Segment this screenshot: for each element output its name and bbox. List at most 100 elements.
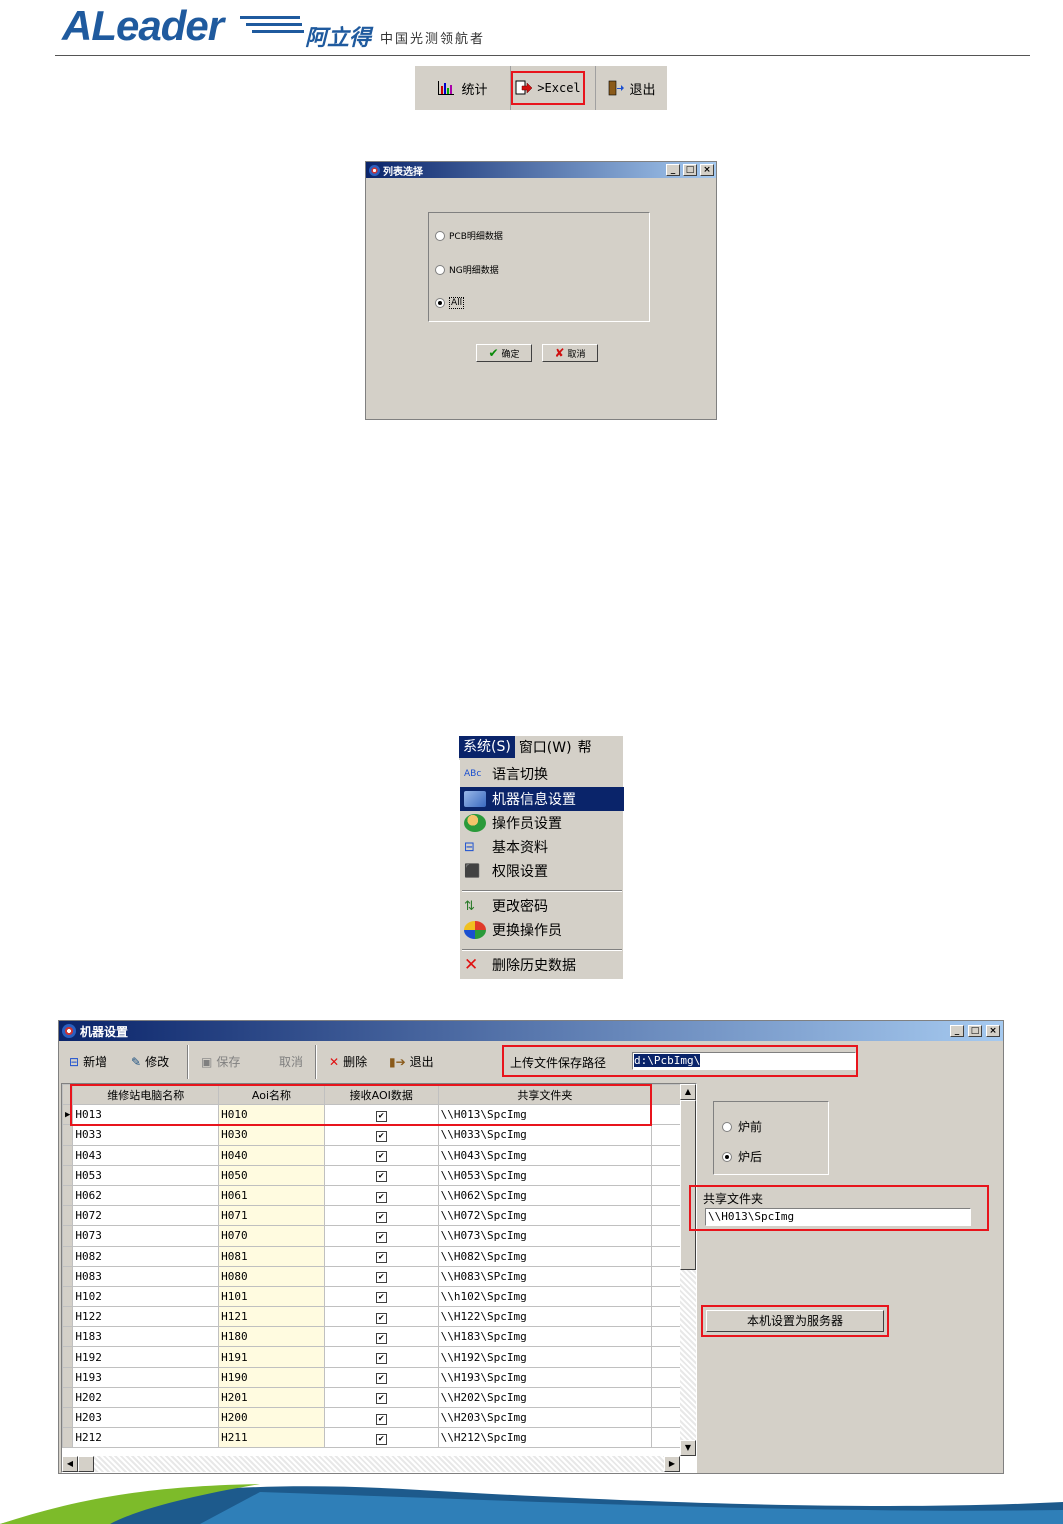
cell-aoi-name[interactable]: H050 (218, 1164, 325, 1186)
cell-receive-aoi[interactable]: ✔ (323, 1104, 439, 1126)
cell-aoi-name[interactable]: H081 (218, 1245, 325, 1267)
cell-share-folder[interactable]: \\H082\SpcImg (437, 1245, 653, 1267)
exit-button[interactable]: 退出 (595, 66, 667, 110)
cell-aoi-name[interactable]: H030 (218, 1124, 325, 1146)
cell-share-folder[interactable]: \\H072\SpcImg (437, 1205, 653, 1227)
excel-export-button[interactable]: >Excel (511, 71, 585, 105)
cell-aoi-name[interactable]: H121 (218, 1306, 325, 1328)
checkbox-checked-icon[interactable]: ✔ (375, 1130, 387, 1142)
cell-station-name[interactable]: H072 (72, 1205, 220, 1227)
cell-share-folder[interactable]: \\H073\SpcImg (437, 1225, 653, 1247)
cell-station-name[interactable]: H062 (72, 1184, 220, 1207)
cell-receive-aoi[interactable]: ✔ (323, 1205, 439, 1227)
save-button[interactable]: ▣ 保存 (201, 1053, 240, 1070)
cell-receive-aoi[interactable]: ✔ (323, 1164, 439, 1186)
cell-share-folder[interactable]: \\H043\SpcImg (437, 1144, 653, 1166)
set-server-button[interactable]: 本机设置为服务器 (706, 1310, 884, 1332)
cell-receive-aoi[interactable]: ✔ (323, 1346, 439, 1368)
cell-station-name[interactable]: H053 (72, 1164, 220, 1186)
cell-receive-aoi[interactable]: ✔ (323, 1427, 439, 1449)
maximize-button[interactable]: □ (968, 1025, 982, 1037)
cell-aoi-name[interactable]: H200 (218, 1406, 325, 1429)
stat-button[interactable]: 统计 (415, 66, 511, 110)
table-row[interactable]: H033 H030 ✔ \\H033\SpcImg (62, 1124, 682, 1146)
cell-share-folder[interactable]: \\H083\SPcImg (437, 1265, 653, 1287)
cell-station-name[interactable]: H043 (72, 1144, 220, 1166)
table-row[interactable]: H083 H080 ✔ \\H083\SPcImg (62, 1265, 682, 1287)
cell-aoi-name[interactable]: H201 (218, 1386, 325, 1409)
cell-station-name[interactable]: H212 (72, 1427, 220, 1449)
checkbox-checked-icon[interactable]: ✔ (375, 1353, 387, 1365)
cell-aoi-name[interactable]: H080 (218, 1265, 325, 1287)
table-row[interactable]: H202 H201 ✔ \\H202\SpcImg (62, 1386, 682, 1409)
option-before-furnace[interactable]: 炉前 (722, 1118, 762, 1135)
cell-receive-aoi[interactable]: ✔ (323, 1366, 439, 1388)
menu-item-operator[interactable]: 操作员设置 (462, 811, 622, 835)
checkbox-checked-icon[interactable]: ✔ (375, 1110, 387, 1122)
cell-receive-aoi[interactable]: ✔ (323, 1184, 439, 1207)
cell-share-folder[interactable]: \\H203\SpcImg (437, 1406, 653, 1429)
table-row[interactable]: H082 H081 ✔ \\H082\SpcImg (62, 1245, 682, 1267)
col-header-station[interactable]: 维修站电脑名称 (72, 1084, 220, 1106)
grid-vscrollbar[interactable]: ▲ ▼ (680, 1084, 696, 1456)
cell-share-folder[interactable]: \\H053\SpcImg (437, 1164, 653, 1186)
checkbox-checked-icon[interactable]: ✔ (375, 1211, 387, 1223)
cell-aoi-name[interactable]: H211 (218, 1427, 325, 1449)
cell-station-name[interactable]: H193 (72, 1366, 220, 1388)
menu-window[interactable]: 窗口(W) (515, 737, 576, 757)
menu-item-language[interactable]: ABc 语言切换 (462, 762, 622, 786)
checkbox-checked-icon[interactable]: ✔ (375, 1433, 387, 1445)
cell-receive-aoi[interactable]: ✔ (323, 1144, 439, 1166)
cell-station-name[interactable]: H202 (72, 1386, 220, 1409)
table-row[interactable]: H043 H040 ✔ \\H043\SpcImg (62, 1144, 682, 1166)
menu-help[interactable]: 帮 (576, 737, 594, 757)
minimize-button[interactable]: _ (950, 1025, 964, 1037)
cell-station-name[interactable]: H083 (72, 1265, 220, 1287)
checkbox-checked-icon[interactable]: ✔ (375, 1312, 387, 1324)
option-ng[interactable]: NG明细数据 (435, 263, 499, 276)
col-header-receive[interactable]: 接收AOI数据 (323, 1084, 439, 1106)
cell-station-name[interactable]: H122 (72, 1306, 220, 1328)
cell-aoi-name[interactable]: H061 (218, 1184, 325, 1207)
upload-path-input[interactable]: d:\PcbImg\ (632, 1052, 856, 1070)
checkbox-checked-icon[interactable]: ✔ (375, 1231, 387, 1243)
option-pcb[interactable]: PCB明细数据 (435, 229, 503, 242)
cancel-button[interactable]: ✘ 取消 (542, 344, 598, 362)
checkbox-checked-icon[interactable]: ✔ (375, 1151, 387, 1163)
scroll-left-arrow[interactable]: ◀ (62, 1456, 78, 1472)
menu-item-permission[interactable]: ⬛ 权限设置 (462, 859, 622, 883)
checkbox-checked-icon[interactable]: ✔ (375, 1292, 387, 1304)
cell-receive-aoi[interactable]: ✔ (323, 1225, 439, 1247)
minimize-button[interactable]: _ (666, 164, 680, 176)
menu-item-basic-data[interactable]: ⊟ 基本资料 (462, 835, 622, 859)
scroll-down-arrow[interactable]: ▼ (680, 1440, 696, 1456)
cell-aoi-name[interactable]: H180 (218, 1326, 325, 1348)
cell-share-folder[interactable]: \\H192\SpcImg (437, 1346, 653, 1368)
table-row[interactable]: ▶ H013 H010 ✔ \\H013\SpcImg (62, 1104, 682, 1126)
menu-item-switch-operator[interactable]: 更换操作员 (462, 918, 622, 942)
exit-button[interactable]: ▮➔ 退出 (389, 1053, 434, 1070)
cell-aoi-name[interactable]: H101 (218, 1285, 325, 1308)
checkbox-checked-icon[interactable]: ✔ (375, 1413, 387, 1425)
cell-share-folder[interactable]: \\H013\SpcImg (437, 1104, 653, 1126)
cell-share-folder[interactable]: \\H202\SpcImg (437, 1386, 653, 1409)
cell-share-folder[interactable]: \\H212\SpcImg (437, 1427, 653, 1449)
cell-receive-aoi[interactable]: ✔ (323, 1245, 439, 1267)
grid-hscrollbar[interactable]: ◀ ▶ (62, 1456, 680, 1472)
ok-button[interactable]: ✔ 确定 (476, 344, 532, 362)
scroll-right-arrow[interactable]: ▶ (664, 1456, 680, 1472)
checkbox-checked-icon[interactable]: ✔ (375, 1252, 387, 1264)
cell-receive-aoi[interactable]: ✔ (323, 1265, 439, 1287)
cell-receive-aoi[interactable]: ✔ (323, 1306, 439, 1328)
scroll-up-arrow[interactable]: ▲ (680, 1084, 696, 1100)
menu-item-delete-history[interactable]: ✕ 删除历史数据 (462, 953, 622, 977)
cell-station-name[interactable]: H183 (72, 1326, 220, 1348)
cancel-button[interactable]: 取消 (279, 1053, 303, 1070)
cell-aoi-name[interactable]: H010 (218, 1104, 325, 1126)
table-row[interactable]: H203 H200 ✔ \\H203\SpcImg (62, 1406, 682, 1429)
cell-aoi-name[interactable]: H190 (218, 1366, 325, 1388)
table-row[interactable]: H073 H070 ✔ \\H073\SpcImg (62, 1225, 682, 1247)
cell-aoi-name[interactable]: H070 (218, 1225, 325, 1247)
table-row[interactable]: H102 H101 ✔ \\h102\SpcImg (62, 1285, 682, 1308)
cell-station-name[interactable]: H192 (72, 1346, 220, 1368)
